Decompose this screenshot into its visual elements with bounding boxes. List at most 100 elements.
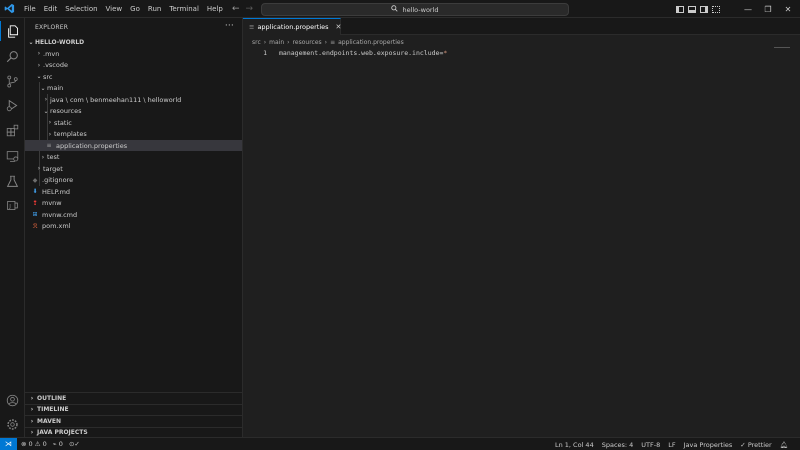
toggle-panel-icon[interactable] (688, 5, 696, 13)
manage-gear-icon[interactable] (0, 414, 25, 434)
tree-item-java-package[interactable]: › java \ com \ benmeehan111 \ helloworld (25, 94, 242, 105)
tree-item-mvnw-cmd[interactable]: ⊞ mvnw.cmd (25, 209, 242, 220)
tree-item-application-properties[interactable]: ≡ application.properties (25, 140, 242, 151)
tree-item-label: application.properties (56, 141, 128, 150)
double-check-icon: ✓ (740, 440, 746, 449)
chevron-right-icon: › (44, 96, 48, 103)
java-projects-icon[interactable]: J (0, 195, 25, 215)
code-text[interactable]: management.endpoints.web.exposure.includ… (279, 49, 447, 57)
toggle-secondary-sidebar-icon[interactable] (700, 5, 708, 13)
warning-icon: ⚠ (34, 440, 41, 448)
properties-file-icon: ≡ (330, 38, 336, 46)
remote-indicator-icon[interactable]: ⋊ (0, 437, 17, 450)
tree-item-pom-xml[interactable]: ℛ pom.xml (25, 221, 242, 232)
notifications-bell-icon[interactable]: 🔔︎ (780, 441, 788, 449)
search-icon[interactable] (0, 46, 25, 66)
ports-count: 0 (58, 440, 63, 448)
tree-item-label: java \ com \ benmeehan111 \ helloworld (50, 95, 182, 104)
menu-terminal[interactable]: Terminal (165, 0, 203, 18)
chevron-right-icon: › (41, 153, 45, 161)
panel-timeline[interactable]: › TIMELINE (25, 403, 242, 415)
activity-bar: J (0, 18, 25, 437)
tab-label: application.properties (257, 23, 329, 31)
language-mode[interactable]: Java Properties (684, 441, 733, 449)
breadcrumb-item[interactable]: resources (293, 39, 322, 46)
tree-item-templates[interactable]: › templates (25, 129, 242, 140)
extensions-icon[interactable] (0, 120, 25, 140)
panel-label: TIMELINE (37, 406, 69, 413)
encoding[interactable]: UTF-8 (641, 441, 660, 449)
toggle-sidebar-icon[interactable] (676, 5, 684, 13)
layout-controls (676, 0, 720, 18)
line-number: 1 (263, 49, 267, 57)
chevron-right-icon: › (37, 165, 41, 172)
chevron-right-icon: › (37, 61, 41, 69)
java-status-icon[interactable]: ⊙✓ (69, 440, 80, 448)
breadcrumb-item[interactable]: application.properties (338, 39, 404, 46)
breadcrumb-item[interactable]: main (269, 39, 284, 46)
chevron-down-icon: ⌄ (40, 84, 46, 92)
warning-count: 0 (42, 440, 47, 448)
tree-item-mvnw[interactable]: ❢ mvnw (25, 198, 242, 209)
explorer-icon[interactable] (0, 21, 25, 41)
tab-application-properties[interactable]: ≡ application.properties ✕ (243, 18, 341, 35)
chevron-down-icon: ⌄ (28, 39, 34, 46)
run-debug-icon[interactable] (0, 95, 25, 115)
menu-file[interactable]: File (20, 0, 40, 18)
properties-file-icon: ≡ (46, 142, 52, 149)
explorer-sidebar: EXPLORER ··· ⌄ HELLO-WORLD › .mvn › .vsc… (25, 18, 243, 437)
tree-item-target[interactable]: › target (25, 163, 242, 174)
command-center-search[interactable]: hello-world (261, 3, 569, 16)
code-line[interactable]: 1 management.endpoints.web.exposure.incl… (243, 47, 800, 59)
account-icon[interactable] (0, 390, 25, 410)
tree-item-label: static (54, 118, 72, 127)
tree-item-vscode[interactable]: › .vscode (25, 60, 242, 71)
chevron-right-icon: › (30, 417, 34, 425)
menu-view[interactable]: View (102, 0, 127, 18)
close-tab-icon[interactable]: ✕ (336, 23, 342, 31)
end-of-line[interactable]: LF (668, 441, 675, 449)
minimap[interactable] (774, 47, 790, 48)
panel-outline[interactable]: › OUTLINE (25, 392, 242, 403)
menu-run[interactable]: Run (144, 0, 165, 18)
property-key: management.endpoints.web.exposure.includ… (279, 49, 444, 57)
tree-item-help-md[interactable]: ⬇ HELP.md (25, 186, 242, 197)
problems-indicator[interactable]: ⊗ 0 ⚠ 0 (21, 440, 47, 448)
tree-item-label: target (43, 164, 63, 173)
menu-go[interactable]: Go (126, 0, 144, 18)
search-icon (391, 5, 399, 14)
tree-item-src[interactable]: ⌄ src (25, 71, 242, 82)
tree-item-label: templates (54, 130, 87, 138)
testing-icon[interactable] (0, 171, 25, 191)
close-icon[interactable]: ✕ (778, 5, 798, 14)
back-arrow-icon[interactable]: ← (232, 4, 240, 14)
ports-indicator[interactable]: ⌁ 0 (53, 440, 63, 448)
source-control-icon[interactable] (0, 71, 25, 91)
indentation[interactable]: Spaces: 4 (602, 441, 634, 449)
restore-icon[interactable]: ❐ (758, 5, 778, 14)
customize-layout-icon[interactable] (712, 5, 720, 13)
tree-item-main[interactable]: ⌄ main (25, 83, 242, 94)
more-actions-icon[interactable]: ··· (225, 21, 234, 31)
tree-item-test[interactable]: › test (25, 152, 242, 163)
tree-item-resources[interactable]: ⌄ resources (25, 106, 242, 117)
forward-arrow-icon[interactable]: → (246, 4, 254, 14)
cursor-position[interactable]: Ln 1, Col 44 (555, 441, 594, 449)
menu-selection[interactable]: Selection (61, 0, 101, 18)
minimize-icon[interactable]: — (738, 5, 758, 14)
prettier-status[interactable]: ✓ Prettier (740, 441, 771, 449)
tree-item-label: mvnw (42, 199, 62, 207)
tree-item-label: .mvn (43, 49, 60, 58)
remote-explorer-icon[interactable] (0, 146, 25, 166)
editor-area: ≡ application.properties ✕ src › main › … (243, 18, 800, 437)
tree-item-mvn[interactable]: › .mvn (25, 48, 242, 59)
tree-item-static[interactable]: › static (25, 117, 242, 128)
tree-item-gitignore[interactable]: ◆ .gitignore (25, 175, 242, 186)
panel-maven[interactable]: › MAVEN (25, 415, 242, 426)
menu-edit[interactable]: Edit (40, 0, 62, 18)
workspace-root[interactable]: ⌄ HELLO-WORLD (25, 37, 242, 48)
panel-java-projects[interactable]: › JAVA PROJECTS (25, 426, 242, 438)
menu-help[interactable]: Help (203, 0, 227, 18)
breadcrumb-item[interactable]: src (252, 39, 261, 46)
panel-label: MAVEN (37, 417, 61, 425)
